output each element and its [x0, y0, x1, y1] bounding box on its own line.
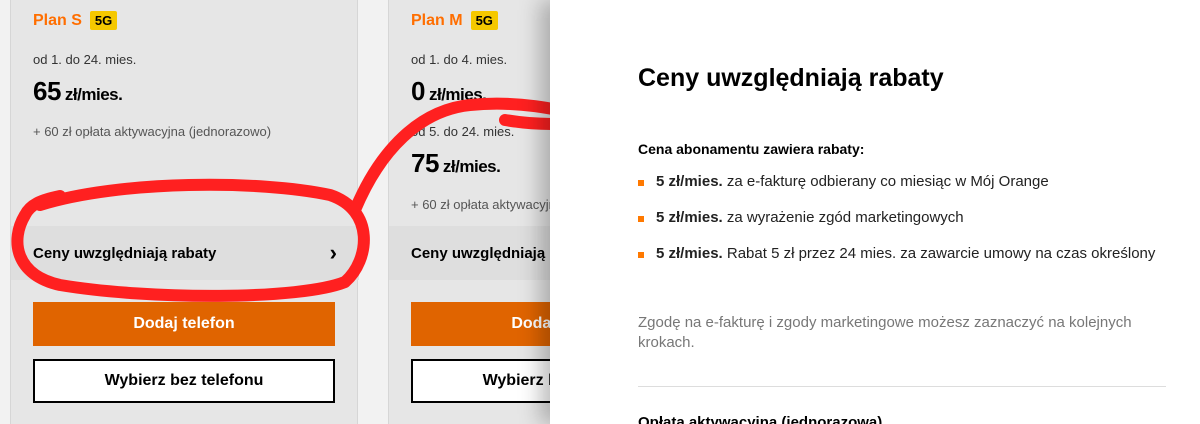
plan-name: Plan M [411, 11, 463, 29]
plan-header: Plan M 5G [411, 11, 498, 30]
price-period: od 1. do 4. mies. [411, 52, 508, 67]
plan-header: Plan S 5G [33, 11, 118, 30]
discounts-panel: Ceny uwzględniają rabaty Cena abonamentu… [550, 0, 1200, 424]
list-item: 5 zł/mies. za e-fakturę odbierany co mie… [638, 172, 1158, 192]
price-period: od 1. do 24. mies. [33, 52, 137, 67]
plan-name: Plan S [33, 11, 82, 29]
discount-list: 5 zł/mies. za e-fakturę odbierany co mie… [638, 172, 1158, 280]
add-phone-button[interactable]: Dodaj telefon [33, 302, 335, 346]
no-phone-button[interactable]: Wybierz bez telefonu [33, 359, 335, 403]
price-value-2: 75 zł/mies. [411, 148, 501, 178]
panel-title: Ceny uwzględniają rabaty [638, 64, 944, 92]
plan-card-s: Plan S 5G od 1. do 24. mies. 65 zł/mies. … [10, 0, 359, 424]
next-section-heading: Opłata aktywacyjna (jednorazowa) [638, 414, 883, 424]
price-value: 65 zł/mies. [33, 76, 123, 106]
list-item: 5 zł/mies. Rabat 5 zł przez 24 mies. za … [638, 244, 1158, 264]
5g-badge: 5G [89, 11, 118, 30]
price-value: 0 zł/mies. [411, 76, 487, 106]
discounts-link[interactable]: Ceny uwzględniają rabaty › [11, 226, 359, 280]
list-item: 5 zł/mies. za wyrażenie zgód marketingow… [638, 208, 1158, 228]
5g-badge: 5G [470, 11, 498, 30]
divider [638, 386, 1166, 387]
price-period-2: od 5. do 24. mies. [411, 124, 515, 139]
chevron-right-icon: › [329, 240, 337, 265]
activation-fee: + 60 zł opłata aktywacyjna (jednorazowo) [33, 124, 272, 139]
panel-subtitle: Cena abonamentu zawiera rabaty: [638, 141, 865, 157]
panel-note: Zgodę na e-fakturę i zgody marketingowe … [638, 314, 1132, 351]
discounts-label: Ceny uwzględniają rabaty [33, 244, 217, 262]
